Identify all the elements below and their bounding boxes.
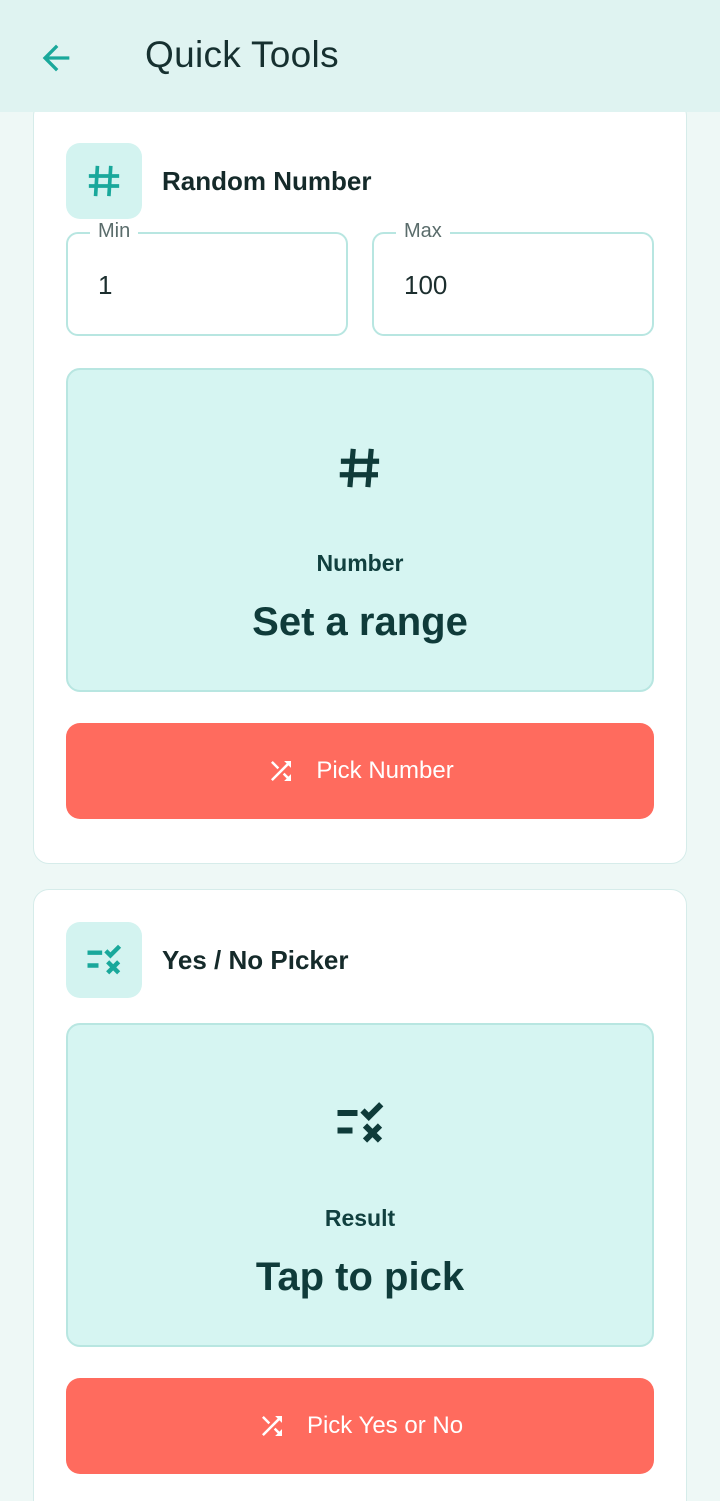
yes-no-card: Yes / No Picker Result Tap to pick Pick … (33, 889, 687, 1501)
shuffle-icon (271, 761, 292, 781)
pick-yes-no-label: Pick Yes or No (306, 1412, 464, 1439)
random-number-card: Random Number Min 1 Max 100 Number Set a… (33, 112, 687, 864)
tools-list[interactable]: Random Number Min 1 Max 100 Number Set a… (0, 112, 720, 1501)
hash-icon (66, 143, 142, 219)
rule-check-icon (68, 1093, 652, 1153)
rule-check-icon (66, 922, 142, 998)
back-button[interactable] (34, 36, 78, 80)
max-field[interactable]: Max 100 (372, 220, 654, 336)
pick-number-label: Pick Number (316, 757, 454, 784)
pick-yes-no-button[interactable]: Pick Yes or No (66, 1378, 654, 1474)
result-value: Tap to pick (255, 1255, 465, 1299)
page-title: Quick Tools (145, 34, 339, 75)
min-field[interactable]: Min 1 (66, 220, 348, 336)
pick-number-button[interactable]: Pick Number (66, 723, 654, 819)
min-label: Min (90, 220, 139, 243)
number-result-box: Number Set a range (66, 368, 654, 692)
card-title: Yes / No Picker (162, 944, 349, 975)
card-header: Random Number (66, 143, 371, 219)
card-title: Random Number (162, 165, 372, 196)
yes-no-result-box: Result Tap to pick (66, 1023, 654, 1347)
app-bar: Quick Tools (0, 0, 720, 112)
result-label: Result (324, 1205, 396, 1231)
card-header: Yes / No Picker (66, 922, 348, 998)
max-value[interactable]: 100 (404, 270, 447, 301)
hash-icon (68, 438, 652, 498)
result-label: Number (316, 550, 404, 576)
shuffle-icon (261, 1416, 282, 1436)
max-label: Max (396, 220, 450, 243)
min-value[interactable]: 1 (98, 270, 112, 301)
result-value: Set a range (252, 600, 468, 644)
arrow-back-icon (42, 44, 70, 72)
